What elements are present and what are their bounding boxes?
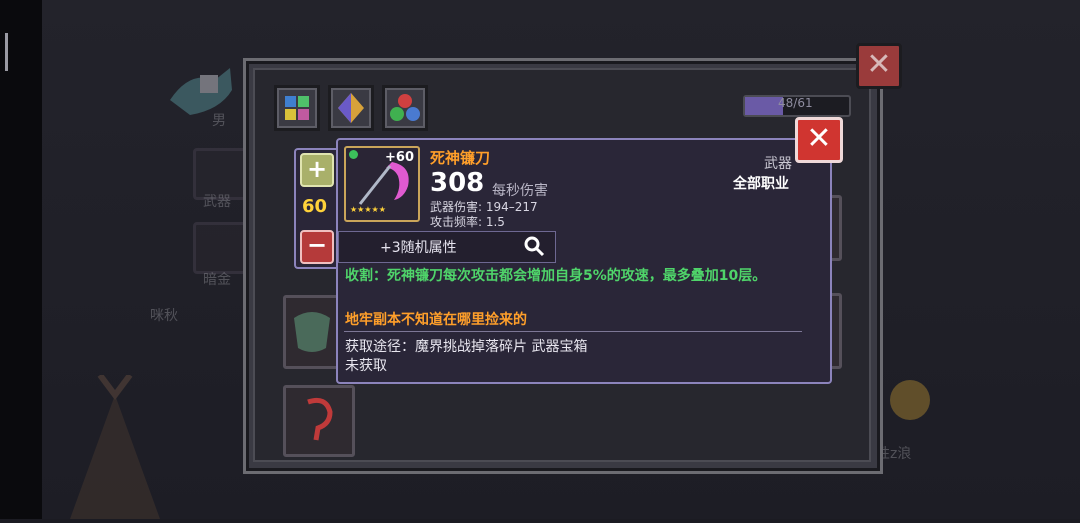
attack-speed: 攻击频率: 1.5 xyxy=(430,215,505,229)
inventory-slot[interactable] xyxy=(283,295,341,369)
grid-icon xyxy=(285,96,309,120)
item-enhance-level: +60 xyxy=(385,150,414,165)
item-flavor-text: 地牢副本不知道在哪里捡来的 xyxy=(345,312,527,328)
magnifier-icon[interactable] xyxy=(522,234,546,262)
rarity-gem-icon xyxy=(349,150,358,159)
crystal-icon xyxy=(338,93,364,123)
side-tab-weapon-label: 武器 xyxy=(203,194,231,210)
tooltip-divider xyxy=(344,331,802,332)
side-tab-gold[interactable] xyxy=(193,222,249,274)
item-type: 武器 xyxy=(764,156,792,172)
tab-gems[interactable] xyxy=(382,85,428,131)
item-effect-description: 收割：死神镰刀每次攻击都会增加自身5%的攻速，最多叠加10层。 xyxy=(345,268,767,284)
dps-label: 每秒伤害 xyxy=(492,183,548,199)
tooltip-close-button[interactable]: ✕ xyxy=(795,117,843,163)
level-value: 60 xyxy=(302,196,328,217)
left-screen-edge xyxy=(0,0,42,519)
item-source: 获取途径：魔界挑战掉落碎片 武器宝箱 xyxy=(345,339,588,355)
dps-value: 308 xyxy=(430,168,485,198)
scythe-item-icon xyxy=(307,397,333,441)
item-name: 死神镰刀 xyxy=(430,149,491,167)
inventory-slot[interactable] xyxy=(283,385,355,457)
character-name: 咪秋 xyxy=(150,308,178,324)
item-class-restriction: 全部职业 xyxy=(733,176,789,192)
tent-sprite xyxy=(60,373,170,519)
level-decrease-button[interactable]: − xyxy=(300,230,334,264)
item-obtained-status: 未获取 xyxy=(345,358,387,374)
orbs-icon xyxy=(390,94,420,121)
npc-sprite xyxy=(880,370,940,430)
capacity-counter: 48/61 xyxy=(778,96,813,110)
level-increase-button[interactable]: + xyxy=(300,153,334,187)
tab-equipment[interactable] xyxy=(274,85,320,131)
bg-label-gender: 男 xyxy=(212,113,226,129)
random-attribute-label: +3随机属性 xyxy=(380,240,457,256)
edge-indicator xyxy=(5,33,8,71)
window-close-button[interactable]: ✕ xyxy=(856,43,902,89)
pet-sprite xyxy=(160,60,240,130)
tab-materials[interactable] xyxy=(328,85,374,131)
item-star-rating: ★★★★★ xyxy=(350,205,386,214)
side-tab-gold-label: 暗金 xyxy=(203,272,231,288)
